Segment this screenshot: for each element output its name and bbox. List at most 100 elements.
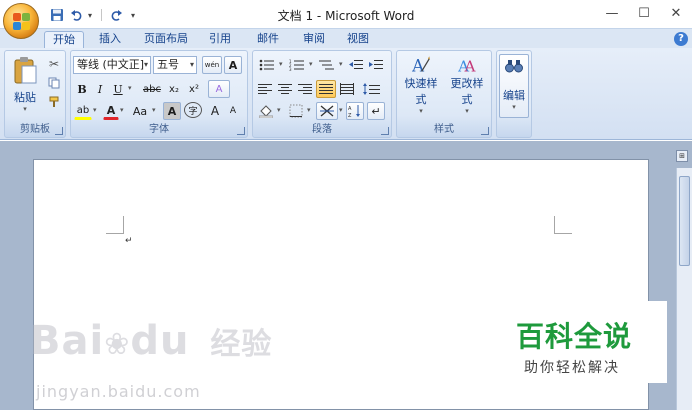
copy-button[interactable]: [45, 74, 63, 92]
align-right-button[interactable]: [296, 80, 314, 98]
styles-launcher-icon[interactable]: [481, 127, 489, 135]
scissors-icon: ✂: [48, 57, 60, 71]
paste-label: 粘贴: [14, 90, 36, 104]
font-size-select[interactable]: 五号 ▾: [153, 56, 197, 74]
tab-mailings[interactable]: 邮件: [250, 31, 286, 49]
help-icon[interactable]: ?: [674, 32, 688, 46]
tab-review[interactable]: 审阅: [296, 31, 332, 49]
baidu-watermark-text: Bai: [30, 318, 105, 364]
tab-home[interactable]: 开始: [44, 31, 84, 49]
tab-references[interactable]: 引用: [202, 31, 238, 49]
line-spacing-button[interactable]: [360, 80, 384, 98]
highlight-button[interactable]: ab: [74, 102, 92, 120]
font-launcher-icon[interactable]: [237, 127, 245, 135]
align-left-icon: [258, 84, 272, 94]
underline-dropdown-icon[interactable]: ▾: [128, 84, 132, 92]
align-center-button[interactable]: [276, 80, 294, 98]
cut-button[interactable]: ✂: [45, 55, 63, 73]
bullets-dropdown-icon[interactable]: ▾: [279, 60, 283, 68]
editing-label: 编辑: [503, 89, 525, 102]
vertical-scrollbar[interactable]: [676, 168, 692, 410]
font-color-dropdown-icon[interactable]: ▾: [120, 106, 124, 114]
office-button[interactable]: [3, 3, 39, 39]
numbering-button[interactable]: 123: [286, 56, 308, 74]
title-bar: ▾ ▾ 文档 1 - Microsoft Word — ☐ ✕: [0, 0, 692, 28]
ribbon: 粘贴 ▾ ✂ 剪贴板 等线 (中文正] ▾ 五号 ▾ wén A B I U ▾…: [0, 48, 692, 140]
character-border-button[interactable]: A: [224, 56, 242, 74]
change-styles-label: 更改样式: [450, 77, 484, 106]
baidu-watermark-text-2: du: [130, 318, 190, 364]
character-shading-button[interactable]: A: [163, 102, 181, 120]
chinese-layout-dropdown-icon[interactable]: ▾: [339, 106, 343, 114]
office-logo-icon: [13, 13, 31, 31]
shrink-font-button[interactable]: A: [225, 102, 241, 120]
tab-view[interactable]: 视图: [340, 31, 376, 49]
font-name-value: 等线 (中文正]: [77, 58, 145, 71]
sort-button[interactable]: AZ: [346, 102, 364, 120]
shading-button[interactable]: [256, 102, 276, 120]
quick-styles-button[interactable]: A 快速样式 ▾: [399, 54, 443, 116]
grow-font-button[interactable]: A: [207, 102, 223, 120]
editing-group: 编辑 ▾: [496, 50, 532, 138]
borders-button[interactable]: [286, 102, 306, 120]
svg-text:3: 3: [289, 67, 292, 71]
subscript-button[interactable]: x₂: [165, 80, 183, 98]
view-ruler-button[interactable]: ⊞: [676, 150, 688, 162]
multilevel-list-button[interactable]: [316, 56, 338, 74]
italic-button[interactable]: I: [92, 80, 108, 98]
show-marks-button[interactable]: ↵: [367, 102, 385, 120]
font-color-button[interactable]: A: [103, 102, 119, 120]
enclose-characters-button[interactable]: 字: [184, 102, 202, 118]
font-group: 等线 (中文正] ▾ 五号 ▾ wén A B I U ▾ abc x₂ x² …: [70, 50, 248, 138]
paste-icon: [14, 56, 37, 83]
change-styles-button[interactable]: AA 更改样式 ▾: [445, 54, 489, 116]
change-case-button[interactable]: Aa: [129, 102, 151, 120]
distributed-icon: [340, 83, 354, 95]
shading-dropdown-icon[interactable]: ▾: [277, 106, 281, 114]
superscript-button[interactable]: x²: [185, 80, 203, 98]
styles-group: A 快速样式 ▾ AA 更改样式 ▾ 样式: [396, 50, 492, 138]
borders-icon: [289, 104, 303, 118]
phonetic-guide-button[interactable]: wén: [202, 56, 222, 74]
paragraph-launcher-icon[interactable]: [381, 127, 389, 135]
close-button[interactable]: ✕: [660, 0, 692, 26]
maximize-button[interactable]: ☐: [628, 0, 660, 26]
editing-button[interactable]: 编辑 ▾: [499, 54, 529, 118]
align-left-button[interactable]: [256, 80, 274, 98]
baidu-watermark-url: jingyan.baidu.com: [36, 382, 201, 401]
highlight-dropdown-icon[interactable]: ▾: [93, 106, 97, 114]
paste-button[interactable]: 粘贴 ▾: [8, 54, 42, 114]
tab-insert[interactable]: 插入: [90, 31, 130, 49]
bold-button[interactable]: B: [74, 80, 90, 98]
svg-text:A: A: [463, 57, 476, 74]
multilevel-dropdown-icon[interactable]: ▾: [339, 60, 343, 68]
baidu-watermark: Bai❀du 经验: [30, 318, 272, 364]
borders-dropdown-icon[interactable]: ▾: [307, 106, 311, 114]
window-controls: — ☐ ✕: [596, 0, 692, 26]
scrollbar-thumb[interactable]: [679, 176, 690, 266]
underline-button[interactable]: U: [110, 80, 126, 98]
tab-page-layout[interactable]: 页面布局: [138, 31, 194, 49]
minimize-button[interactable]: —: [596, 0, 628, 26]
chevron-down-icon: ▾: [189, 60, 194, 69]
chinese-layout-button[interactable]: [316, 102, 338, 120]
numbering-dropdown-icon[interactable]: ▾: [309, 60, 313, 68]
distributed-button[interactable]: [338, 80, 356, 98]
clear-formatting-button[interactable]: A: [208, 80, 230, 98]
quick-styles-label: 快速样式: [404, 77, 438, 106]
increase-indent-button[interactable]: [367, 56, 385, 74]
binoculars-icon: [505, 60, 523, 73]
ribbon-tabs: 开始 插入 页面布局 引用 邮件 审阅 视图 ?: [0, 28, 692, 49]
font-size-value: 五号: [157, 58, 179, 71]
align-right-icon: [298, 84, 312, 94]
strikethrough-button[interactable]: abc: [141, 80, 163, 98]
justify-button[interactable]: [316, 80, 336, 98]
change-case-dropdown-icon[interactable]: ▾: [152, 106, 156, 114]
clipboard-launcher-icon[interactable]: [55, 127, 63, 135]
paragraph-label: 段落: [312, 124, 332, 135]
format-painter-button[interactable]: [45, 93, 63, 111]
change-styles-icon: AA: [457, 57, 476, 74]
font-name-select[interactable]: 等线 (中文正] ▾: [73, 56, 151, 74]
bullets-button[interactable]: [256, 56, 278, 74]
decrease-indent-button[interactable]: [347, 56, 365, 74]
